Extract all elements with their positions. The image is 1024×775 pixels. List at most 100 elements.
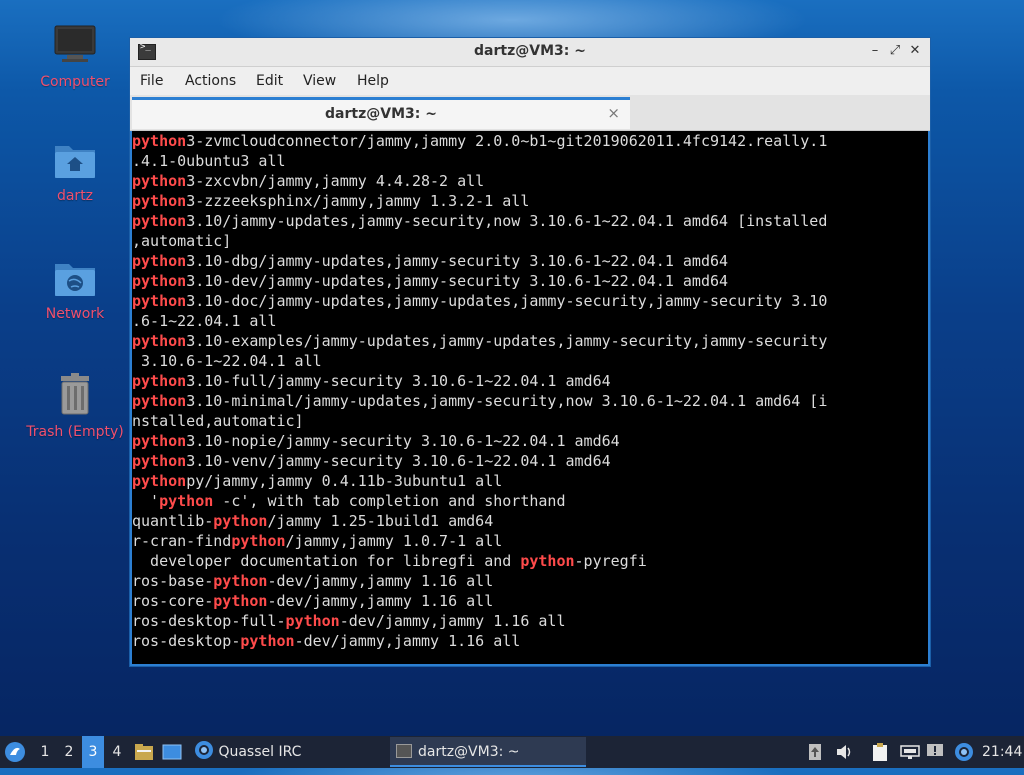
terminal-task[interactable]: dartz@VM3: ~ [390, 737, 586, 767]
clock[interactable]: 21:44 [982, 736, 1022, 768]
terminal-line: 3.10.6-1~22.04.1 all [132, 351, 928, 371]
terminal-text: 3.10/jammy-updates,jammy-security,now 3.… [186, 212, 828, 230]
terminal-text: .6-1~22.04.1 all [132, 312, 277, 330]
terminal-line: ros-base-python-dev/jammy,jammy 1.16 all [132, 571, 928, 591]
tab-close-icon[interactable]: × [607, 104, 620, 122]
terminal-line: ros-desktop-python-dev/jammy,jammy 1.16 … [132, 631, 928, 651]
tab-terminal[interactable]: dartz@VM3: ~ × [132, 97, 630, 129]
app-menu-icon[interactable] [4, 736, 28, 768]
terminal-text: quantlib- [132, 512, 214, 530]
tray-updates-icon[interactable] [808, 736, 826, 768]
menu-help[interactable]: Help [357, 73, 389, 89]
terminal-line: .4.1-0ubuntu3 all [132, 151, 928, 171]
terminal-highlight: python [132, 292, 187, 310]
terminal-text: 3.10-venv/jammy-security 3.10.6-1~22.04.… [186, 452, 611, 470]
volume-icon[interactable] [836, 736, 856, 768]
terminal-text: 3-zvmcloudconnector/jammy,jammy 2.0.0~b1… [186, 132, 828, 150]
terminal-text: 3.10-nopie/jammy-security 3.10.6-1~22.04… [186, 432, 620, 450]
terminal-text: ros-desktop- [132, 632, 241, 650]
terminal-line: 'python -c', with tab completion and sho… [132, 491, 928, 511]
terminal-text: nstalled,automatic] [132, 412, 304, 430]
network-folder-icon [55, 264, 95, 296]
terminal-text: -dev/jammy,jammy 1.16 all [294, 632, 521, 650]
terminal-text: ros-desktop-full- [132, 612, 286, 630]
terminal-text: 3.10-examples/jammy-updates,jammy-update… [186, 332, 828, 350]
terminal-line: python3.10/jammy-updates,jammy-security,… [132, 211, 928, 231]
terminal-text: 3.10-full/jammy-security 3.10.6-1~22.04.… [186, 372, 611, 390]
terminal-line: nstalled,automatic] [132, 411, 928, 431]
menu-edit[interactable]: Edit [256, 73, 283, 89]
terminal-highlight: python [231, 532, 286, 550]
maximize-button[interactable]: ⤢ [886, 42, 904, 60]
terminal-output[interactable]: python 3-zvmcloudconnector/jammy,jammy 2.… [132, 131, 928, 664]
terminal-text: 3.10-minimal/jammy-updates,jammy-securit… [186, 392, 828, 410]
terminal-text: /jammy 1.25-1build1 amd64 [267, 512, 494, 530]
desktop-icon-network[interactable]: Network [20, 258, 130, 322]
terminal-text: developer documentation for libregfi and [132, 552, 521, 570]
terminal-line: python3.10-venv/jammy-security 3.10.6-1~… [132, 451, 928, 471]
workspace-2[interactable]: 2 [58, 736, 80, 768]
terminal-line: python3.10-doc/jammy-updates,jammy-updat… [132, 291, 928, 311]
trash-icon [61, 373, 89, 415]
taskbar: 1 2 3 4 Quassel IRC dartz@VM3: ~ 21:44 [0, 736, 1024, 768]
desktop-icon-home[interactable]: dartz [20, 140, 130, 204]
desktop-icon-label: Computer [40, 74, 110, 90]
terminal-window: dartz@VM3: ~ – ⤢ ✕ File Actions Edit Vie… [129, 37, 931, 667]
terminal-highlight: python [132, 452, 187, 470]
terminal-highlight: python [159, 492, 214, 510]
minimize-button[interactable]: – [866, 42, 884, 60]
terminal-highlight: python [132, 212, 187, 230]
terminal-task-label: dartz@VM3: ~ [418, 744, 520, 760]
notification-icon[interactable] [926, 736, 946, 768]
desktop-icon-label: Trash (Empty) [26, 424, 124, 440]
terminal-highlight: python [132, 472, 187, 490]
quassel-irc-task[interactable]: Quassel IRC [194, 736, 324, 768]
terminal-text: 3.10-dev/jammy-updates,jammy-security 3.… [186, 272, 729, 290]
terminal-text: r-cran-find [132, 532, 232, 550]
file-manager-icon[interactable] [134, 736, 154, 768]
terminal-line: ,automatic] [132, 231, 928, 251]
clipboard-icon[interactable] [872, 736, 892, 768]
terminal-line: python3-zvmcloudconnector/jammy,jammy 2.… [132, 131, 928, 151]
terminal-highlight: python [213, 512, 268, 530]
show-desktop-icon[interactable] [162, 736, 184, 768]
menu-view[interactable]: View [303, 73, 336, 89]
terminal-text: py/jammy,jammy 0.4.11b-3ubuntu1 all [186, 472, 503, 490]
terminal-line: python3.10-nopie/jammy-security 3.10.6-1… [132, 431, 928, 451]
desktop-icon-trash[interactable]: Trash (Empty) [20, 372, 130, 440]
home-folder-icon [55, 146, 95, 178]
menu-actions[interactable]: Actions [185, 73, 236, 89]
quassel-tray-icon[interactable] [954, 736, 974, 768]
terminal-highlight: python [213, 592, 268, 610]
terminal-task-icon [396, 744, 412, 758]
terminal-line: quantlib-python/jammy 1.25-1build1 amd64 [132, 511, 928, 531]
workspace-1[interactable]: 1 [34, 736, 56, 768]
workspace-3[interactable]: 3 [82, 736, 104, 768]
window-titlebar[interactable]: dartz@VM3: ~ – ⤢ ✕ [130, 38, 930, 67]
terminal-line: python3.10-examples/jammy-updates,jammy-… [132, 331, 928, 351]
terminal-text: -pyregfi [574, 552, 647, 570]
terminal-line: python3-zzzeeksphinx/jammy,jammy 1.3.2-1… [132, 191, 928, 211]
terminal-text: ros-core- [132, 592, 214, 610]
terminal-text: 3-zxcvbn/jammy,jammy 4.4.28-2 all [186, 172, 485, 190]
terminal-highlight: python [132, 372, 187, 390]
terminal-text: -dev/jammy,jammy 1.16 all [339, 612, 566, 630]
desktop-icon-computer[interactable]: Computer [20, 22, 130, 90]
terminal-text: -dev/jammy,jammy 1.16 all [267, 572, 494, 590]
terminal-line: python3.10-full/jammy-security 3.10.6-1~… [132, 371, 928, 391]
window-title: dartz@VM3: ~ [474, 43, 586, 59]
computer-icon [54, 25, 96, 62]
terminal-text: ros-base- [132, 572, 214, 590]
network-tray-icon[interactable] [900, 736, 922, 768]
terminal-line: python3-zxcvbn/jammy,jammy 4.4.28-2 all [132, 171, 928, 191]
terminal-text: ,automatic] [132, 232, 232, 250]
terminal-line: python3.10-dbg/jammy-updates,jammy-secur… [132, 251, 928, 271]
close-button[interactable]: ✕ [906, 42, 924, 60]
terminal-line: developer documentation for libregfi and… [132, 551, 928, 571]
terminal-text: ' [132, 492, 160, 510]
terminal-line: ros-core-python-dev/jammy,jammy 1.16 all [132, 591, 928, 611]
terminal-highlight: python [132, 432, 187, 450]
terminal-line: python3.10-minimal/jammy-updates,jammy-s… [132, 391, 928, 411]
workspace-4[interactable]: 4 [106, 736, 128, 768]
menu-file[interactable]: File [140, 73, 163, 89]
